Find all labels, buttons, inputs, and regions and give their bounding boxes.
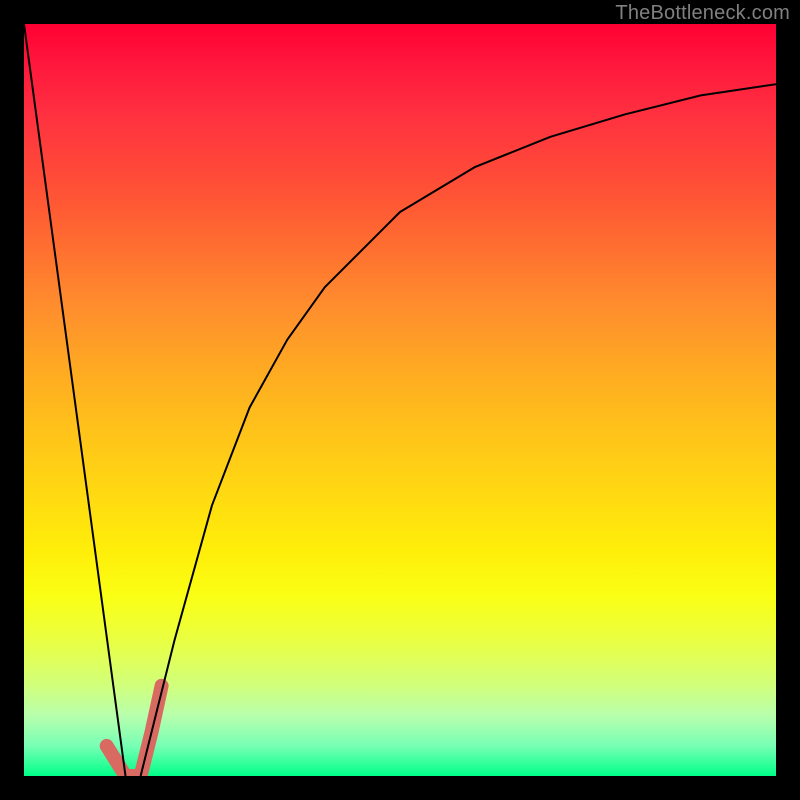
series-left-branch xyxy=(24,24,126,776)
curve-layer xyxy=(24,24,776,776)
watermark-text: TheBottleneck.com xyxy=(615,2,790,25)
plot-area xyxy=(24,24,776,776)
series-right-branch xyxy=(141,84,776,776)
chart-frame: TheBottleneck.com xyxy=(0,0,800,800)
